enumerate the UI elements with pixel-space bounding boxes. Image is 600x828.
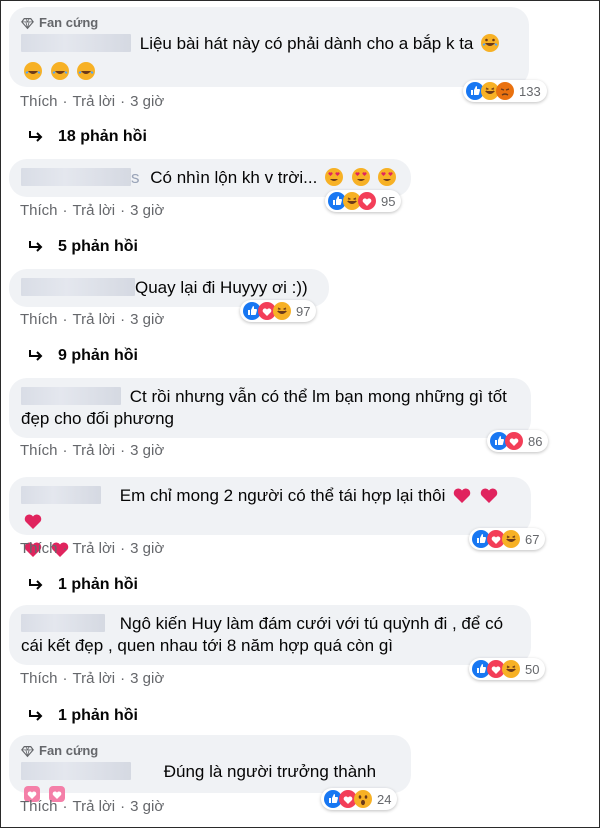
- commenter-name-redacted[interactable]: [21, 486, 101, 504]
- like-link[interactable]: Thích: [20, 311, 58, 328]
- diamond-icon: [21, 745, 34, 757]
- comment-actions: Thích · Trả lời · 3 giờ: [20, 540, 165, 557]
- comment-bubble: Em chỉ mong 2 người có thể tái hợp lại t…: [9, 477, 531, 557]
- like-link[interactable]: Thích: [20, 540, 58, 557]
- like-link[interactable]: Thích: [20, 798, 58, 815]
- reply-link[interactable]: Trả lời: [73, 93, 116, 110]
- commenter-name-redacted[interactable]: [21, 278, 135, 296]
- reaction-count: 95: [381, 193, 396, 209]
- haha-reaction-icon: [502, 530, 520, 548]
- comment-time: 3 giờ: [130, 798, 165, 815]
- fan-badge: Fan cứng: [21, 743, 399, 759]
- comment-time: 3 giờ: [130, 670, 165, 687]
- reply-link[interactable]: Trả lời: [73, 311, 116, 328]
- red-heart-emoji-icon: [479, 485, 499, 511]
- comment-bubble: Ngô kiến Huy làm đám cưới với tú quỳnh đ…: [9, 605, 531, 665]
- reply-link[interactable]: Trả lời: [73, 442, 116, 459]
- comment-actions: Thích · Trả lời · 3 giờ: [20, 93, 165, 110]
- fan-badge-label: Fan cứng: [39, 15, 99, 30]
- view-replies-link[interactable]: 5 phản hồi: [28, 238, 138, 256]
- reaction-summary[interactable]: 86: [487, 430, 549, 452]
- reaction-count: 24: [377, 791, 392, 807]
- comment-text: Quay lại đi Huyyy ơi :)): [135, 278, 308, 297]
- comment-bubble: Fan cứng Đúng là người trưởng thành: [9, 735, 411, 802]
- laughing-emoji-icon: [76, 61, 96, 87]
- commenter-name-redacted[interactable]: [21, 614, 105, 632]
- view-replies-link[interactable]: 1 phản hồi: [28, 707, 138, 725]
- love-reaction-icon: [505, 432, 523, 450]
- reply-arrow-icon: [29, 131, 43, 142]
- reaction-summary[interactable]: 24: [321, 788, 398, 810]
- comment-actions: Thích · Trả lời · 3 giờ: [20, 202, 165, 219]
- comment-actions: Thích · Trả lời · 3 giờ: [20, 442, 165, 459]
- laughing-emoji-icon: [23, 61, 43, 87]
- commenter-name-redacted[interactable]: [21, 762, 131, 780]
- commenter-name-redacted[interactable]: [21, 387, 121, 405]
- comment-time: 3 giờ: [130, 202, 165, 219]
- comment-text: Có nhìn lộn kh v trời...: [150, 168, 323, 187]
- reaction-count: 67: [525, 531, 540, 547]
- like-link[interactable]: Thích: [20, 670, 58, 687]
- laughing-emoji-icon: [480, 33, 500, 59]
- reaction-summary[interactable]: 67: [469, 528, 546, 550]
- comment-actions: Thích · Trả lời · 3 giờ: [20, 670, 165, 687]
- commenter-name-redacted[interactable]: [21, 168, 131, 186]
- comment-time: 3 giờ: [130, 311, 165, 328]
- love-reaction-icon: [358, 192, 376, 210]
- reaction-count: 133: [519, 83, 541, 99]
- view-replies-link[interactable]: 9 phản hồi: [28, 347, 138, 365]
- laughing-emoji-icon: [50, 61, 70, 87]
- commenter-name-tail[interactable]: s: [131, 168, 140, 187]
- comment-actions: Thích · Trả lời · 3 giờ: [20, 798, 165, 815]
- reaction-summary[interactable]: 97: [240, 300, 317, 322]
- reply-arrow-icon: [29, 579, 43, 590]
- like-link[interactable]: Thích: [20, 93, 58, 110]
- red-heart-emoji-icon: [452, 485, 472, 511]
- reaction-count: 97: [296, 303, 311, 319]
- reaction-count: 50: [525, 661, 540, 677]
- reaction-summary[interactable]: 95: [325, 190, 402, 212]
- reply-arrow-icon: [29, 350, 43, 361]
- reaction-summary[interactable]: 133: [463, 80, 547, 102]
- wow-reaction-icon: [354, 790, 372, 808]
- comment-text: Liệu bài hát này có phải dành cho a bắp …: [139, 34, 474, 53]
- reply-link[interactable]: Trả lời: [73, 540, 116, 557]
- like-link[interactable]: Thích: [20, 202, 58, 219]
- view-replies-link[interactable]: 18 phản hồi: [28, 128, 147, 146]
- diamond-icon: [21, 17, 34, 29]
- comment-actions: Thích · Trả lời · 3 giờ: [20, 311, 165, 328]
- comment-time: 3 giờ: [130, 540, 165, 557]
- angry-reaction-icon: [496, 82, 514, 100]
- comment-time: 3 giờ: [130, 93, 165, 110]
- haha-reaction-icon: [502, 660, 520, 678]
- reply-link[interactable]: Trả lời: [73, 670, 116, 687]
- comment-time: 3 giờ: [130, 442, 165, 459]
- comment-text: Đúng là người trưởng thành: [163, 762, 377, 781]
- comment-bubble: Ct rồi nhưng vẫn có thể lm bạn mong nhữn…: [9, 378, 531, 438]
- fan-badge: Fan cứng: [21, 15, 517, 31]
- haha-reaction-icon: [273, 302, 291, 320]
- like-link[interactable]: Thích: [20, 442, 58, 459]
- red-heart-emoji-icon: [23, 511, 43, 537]
- reaction-count: 86: [528, 433, 543, 449]
- comment-bubble: Fan cứng Liệu bài hát này có phải dành c…: [9, 7, 529, 87]
- reply-link[interactable]: Trả lời: [73, 202, 116, 219]
- reaction-summary[interactable]: 50: [469, 658, 546, 680]
- reply-arrow-icon: [29, 241, 43, 252]
- commenter-name-redacted[interactable]: [21, 34, 131, 52]
- view-replies-link[interactable]: 1 phản hồi: [28, 576, 138, 594]
- fan-badge-label: Fan cứng: [39, 743, 99, 758]
- comment-text: Em chỉ mong 2 người có thể tái hợp lại t…: [119, 486, 446, 505]
- reply-arrow-icon: [29, 710, 43, 721]
- reply-link[interactable]: Trả lời: [73, 798, 116, 815]
